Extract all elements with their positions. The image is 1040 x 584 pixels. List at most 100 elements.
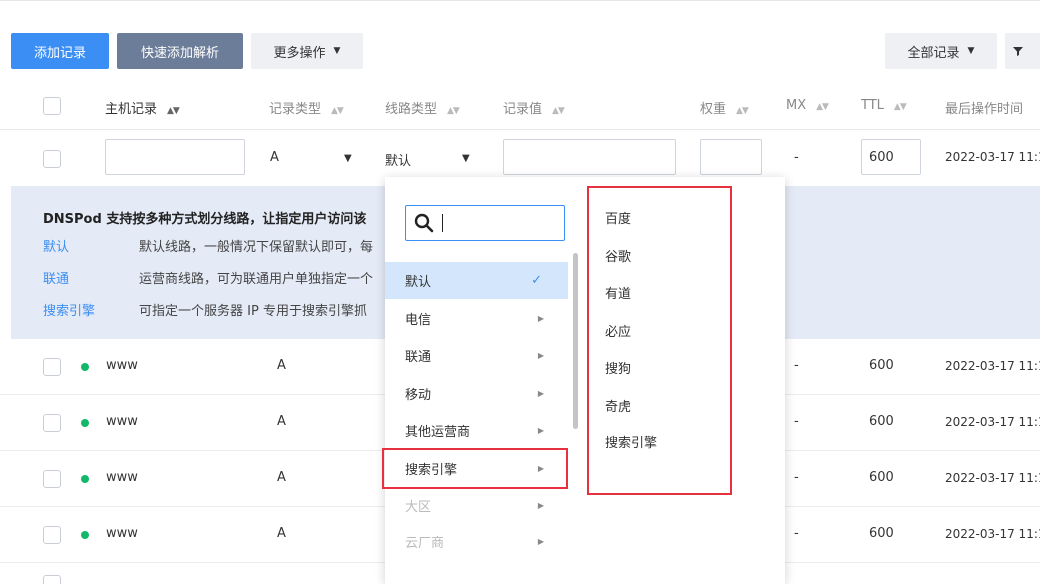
sort-icon[interactable]: ▲▼ [552,106,565,116]
time-cell: 2022-03-17 11:13 [945,415,1040,429]
menu-item-label: 云厂商 [405,536,445,551]
toolbar: 添加记录 快速添加解析 更多操作 ▼ 全部记录 ▼ [0,0,1040,90]
info-desc-unicom: 运营商线路，可为联通用户单独指定一个 [139,272,374,287]
menu-item-search-engine[interactable]: 搜索引擎 ▶ [385,450,568,487]
ttl-cell: 600 [869,414,894,429]
row-checkbox[interactable] [43,358,61,376]
mx-cell: - [794,526,799,541]
chevron-right-icon: ▶ [537,501,544,510]
row-checkbox[interactable] [43,575,61,584]
caret-down-icon[interactable]: ▼ [344,153,352,164]
submenu-item-qihoo[interactable]: 奇虎 [605,396,631,415]
select-all-checkbox[interactable] [43,97,61,115]
filter-button[interactable] [1005,33,1040,69]
menu-item-label: 大区 [405,500,432,515]
info-desc-default: 默认线路，一般情况下保留默认即可，每 [139,240,374,255]
column-weight[interactable]: 权重 ▲▼ [700,98,749,117]
column-ttl-label: TTL [861,98,884,113]
info-title: DNSPod 支持按多种方式划分线路，让指定用户访问该 [43,212,367,227]
all-records-label: 全部记录 [907,45,960,61]
menu-item-telecom[interactable]: 电信 ▶ [385,300,568,337]
submenu-item-baidu[interactable]: 百度 [605,208,631,227]
status-dot-icon [81,475,89,483]
menu-scrollbar[interactable] [573,253,578,429]
caret-down-icon[interactable]: ▼ [462,153,470,164]
submenu-item-youdao[interactable]: 有道 [605,283,631,302]
type-select-value[interactable]: A [270,150,279,165]
column-line[interactable]: 线路类型 ▲▼ [385,98,460,117]
row-checkbox[interactable] [43,150,61,168]
ttl-input[interactable]: 600 [861,139,921,175]
column-value[interactable]: 记录值 ▲▼ [503,98,565,117]
row-checkbox[interactable] [43,414,61,432]
status-dot-icon [81,531,89,539]
menu-item-unicom[interactable]: 联通 ▶ [385,337,568,374]
host-cell[interactable]: www [106,414,138,429]
menu-item-label: 联通 [405,350,432,365]
more-actions-button[interactable]: 更多操作 ▼ [251,33,363,69]
menu-item-label: 电信 [405,313,432,328]
host-input[interactable] [105,139,245,175]
check-icon: ✓ [531,273,542,288]
menu-item-other-isp[interactable]: 其他运营商 ▶ [385,412,568,449]
info-desc-search-engine: 可指定一个服务器 IP 专用于搜索引擎抓 [139,304,367,319]
weight-input[interactable] [700,139,762,175]
menu-item-label: 其他运营商 [405,425,471,440]
sort-icon[interactable]: ▲▼ [447,106,460,116]
mx-cell: - [794,414,799,429]
line-type-dropdown: 默认 ✓ 电信 ▶ 联通 ▶ 移动 ▶ 其他运营商 ▶ 搜索引擎 ▶ 大区 ▶ 云厂商 ▶ 百度… [385,177,785,584]
time-cell: 2022-03-17 11:12 [945,527,1040,541]
chevron-right-icon: ▶ [537,464,544,473]
all-records-button[interactable]: 全部记录 ▼ [885,33,997,69]
column-ttl[interactable]: TTL ▲▼ [861,98,907,113]
info-key-default[interactable]: 默认 [43,236,69,255]
quick-add-label: 快速添加解析 [140,45,219,61]
info-key-unicom[interactable]: 联通 [43,268,69,287]
search-icon [414,213,434,233]
chevron-right-icon: ▶ [537,537,544,546]
quick-add-button[interactable]: 快速添加解析 [117,33,243,69]
chevron-right-icon: ▶ [537,389,544,398]
value-input[interactable] [503,139,676,175]
type-cell: A [277,470,286,485]
row-checkbox[interactable] [43,470,61,488]
more-actions-label: 更多操作 [273,45,326,61]
submenu-item-sogou[interactable]: 搜狗 [605,358,631,377]
submenu-item-google[interactable]: 谷歌 [605,246,631,265]
info-key-search-engine[interactable]: 搜索引擎 [43,300,95,319]
row-checkbox[interactable] [43,526,61,544]
host-cell[interactable]: www [106,470,138,485]
ttl-cell: 600 [869,526,894,541]
status-dot-icon [81,419,89,427]
type-cell: A [277,414,286,429]
column-type-label: 记录类型 [269,102,322,117]
host-cell[interactable]: www [106,526,138,541]
submenu-item-bing[interactable]: 必应 [605,321,631,340]
column-type[interactable]: 记录类型 ▲▼ [269,98,344,117]
ttl-input-value: 600 [869,149,894,165]
submenu-item-search-engine[interactable]: 搜索引擎 [605,432,657,451]
menu-item-label: 移动 [405,388,432,403]
menu-item-cloud[interactable]: 云厂商 ▶ [385,523,568,560]
column-line-label: 线路类型 [385,102,438,117]
sort-icon[interactable]: ▲▼ [167,106,180,116]
sort-icon[interactable]: ▲▼ [894,102,907,112]
sort-icon[interactable]: ▲▼ [816,102,829,112]
status-dot-icon [81,363,89,371]
column-mx[interactable]: MX ▲▼ [786,98,829,113]
column-mx-label: MX [786,98,807,113]
column-weight-label: 权重 [700,102,727,117]
column-host[interactable]: 主机记录 ▲▼ [105,98,180,117]
line-select-value[interactable]: 默认 [385,150,411,169]
add-record-button[interactable]: 添加记录 [11,33,109,69]
sort-icon[interactable]: ▲▼ [331,106,344,116]
menu-item-mobile[interactable]: 移动 ▶ [385,375,568,412]
chevron-right-icon: ▶ [537,426,544,435]
menu-item-region[interactable]: 大区 ▶ [385,487,568,524]
add-record-label: 添加记录 [33,45,86,61]
sort-icon[interactable]: ▲▼ [736,106,749,116]
filter-icon [1013,47,1023,56]
line-search-input[interactable] [405,205,565,241]
host-cell[interactable]: www [106,358,138,373]
menu-item-default[interactable]: 默认 ✓ [385,262,568,299]
